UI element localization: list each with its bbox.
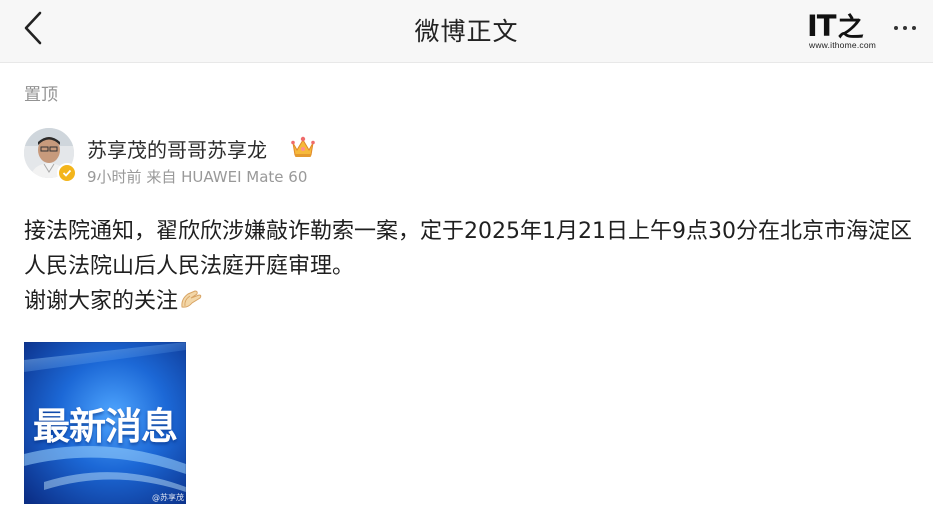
more-options-button[interactable] [885, 14, 925, 42]
post-meta: 9小时前 来自 HUAWEI Mate 60 [87, 166, 307, 187]
news-image-thumbnail[interactable]: 最新消息 @苏享茂 [24, 342, 186, 504]
ithome-url: www.ithome.com [809, 40, 877, 50]
top-navigation-bar: 微博正文 IT之 www.ithome.com [0, 0, 933, 63]
pinned-label: 置顶 [24, 85, 58, 105]
weibo-post-page: 微博正文 IT之 www.ithome.com 置顶 苏享茂的哥哥苏享龙 9小时… [0, 0, 933, 513]
post-text-paragraph: 接法院通知，翟欣欣涉嫌敲诈勒索一案，定于2025年1月21日上午9点30分在北京… [24, 219, 912, 279]
crown-icon [290, 135, 316, 159]
news-image-headline: 最新消息 [33, 404, 178, 448]
author-name[interactable]: 苏享茂的哥哥苏享龙 [87, 134, 267, 163]
ithome-watermark-logo: IT之 www.ithome.com [805, 7, 883, 55]
clapping-hands-icon [181, 290, 202, 308]
more-dots-icon [894, 26, 898, 30]
verified-badge-icon [57, 163, 77, 183]
post-content: 接法院通知，翟欣欣涉嫌敲诈勒索一案，定于2025年1月21日上午9点30分在北京… [24, 214, 919, 319]
page-title: 微博正文 [414, 17, 519, 46]
post-source: 来自 HUAWEI Mate 60 [146, 168, 308, 186]
news-image-watermark: @苏享茂 [152, 493, 184, 502]
post-text-thanks-line: 谢谢大家的关注 [24, 284, 919, 319]
post-time: 9小时前 [87, 168, 142, 186]
ithome-logo-mark: IT之 [807, 9, 864, 43]
